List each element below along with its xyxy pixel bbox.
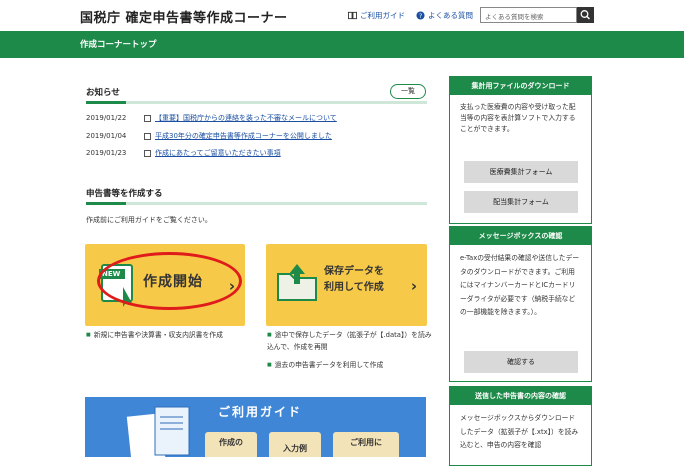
faq-label: よくある質問 <box>428 11 473 20</box>
document-icon <box>144 132 151 140</box>
saved-data-label: 保存データを 利用して作成 <box>324 264 384 296</box>
sent-data-panel-text: メッセージボックスからダウンロードしたデータ（拡張子が【.xtx】）を読み込むと… <box>460 414 579 449</box>
download-panel: 集計用ファイルのダウンロード 支払った医療費の内容や受け取った配当等の内容を表計… <box>449 76 592 224</box>
medical-form-button[interactable]: 医療費集計フォーム <box>464 161 578 183</box>
dividend-form-button[interactable]: 配当集計フォーム <box>464 191 578 213</box>
guide-button-label: 作成の <box>219 438 243 447</box>
saved-note: 途中で保存したデータ（拡張子が【.data】）を読み込んで、作成を再開 <box>267 329 432 353</box>
news-date: 2019/01/22 <box>86 114 127 122</box>
saved-note: 過去の申告書データを利用して作成 <box>267 359 384 369</box>
guide-button-label: ご利用に <box>350 438 382 447</box>
create-title: 申告書等を作成する <box>86 189 163 199</box>
documents-icon <box>126 406 190 457</box>
usage-guide-label: ご利用ガイド <box>360 11 405 20</box>
search-button[interactable] <box>577 7 594 23</box>
usage-guide-banner[interactable]: ご利用ガイド 作成の 入力例 ご利用に <box>85 397 426 457</box>
messagebox-check-button[interactable]: 確認する <box>464 351 578 373</box>
search-placeholder: よくある質問を検索 <box>485 13 544 21</box>
svg-text:?: ? <box>419 13 422 20</box>
faq-link[interactable]: ? よくある質問 <box>416 10 473 21</box>
document-icon <box>144 149 151 157</box>
news-link[interactable]: 【重要】国税庁からの連絡を装った不審なメールについて <box>155 113 337 123</box>
news-date: 2019/01/23 <box>86 149 127 157</box>
news-item: 2019/01/04 平成30年分の確定申告書等作成コーナーを公開しました <box>86 131 332 141</box>
usage-guide-title: ご利用ガイド <box>218 405 303 419</box>
saved-data-button[interactable]: 保存データを 利用して作成 › <box>266 244 427 326</box>
sent-data-panel: 送信した申告書の内容の確認 メッセージボックスからダウンロードしたデータ（拡張子… <box>449 386 592 466</box>
chevron-right-icon: › <box>410 277 417 295</box>
document-icon <box>144 114 151 122</box>
news-list-button[interactable]: 一覧 <box>390 84 426 99</box>
messagebox-panel-text: e-Taxの受付結果の確認や送信したデータのダウンロードができます。ご利用にはマ… <box>460 254 580 316</box>
create-note: 新規に申告書や決算書・収支内訳書を作成 <box>86 329 223 339</box>
sent-data-panel-title: 送信した申告書の内容の確認 <box>450 387 591 405</box>
news-link[interactable]: 平成30年分の確定申告書等作成コーナーを公開しました <box>155 131 332 141</box>
search-icon <box>580 10 590 20</box>
guide-note: 作成前にご利用ガイドをご覧ください。 <box>86 216 212 224</box>
create-underline <box>86 202 427 205</box>
news-underline <box>86 101 427 104</box>
guide-button-usage[interactable]: ご利用に <box>333 432 399 457</box>
site-title[interactable]: 国税庁 確定申告書等作成コーナー <box>80 7 288 26</box>
guide-button-flow[interactable]: 作成の <box>205 432 257 457</box>
download-panel-title: 集計用ファイルのダウンロード <box>450 77 591 95</box>
folder-upload-icon <box>277 264 317 301</box>
question-icon: ? <box>416 11 425 20</box>
messagebox-panel: メッセージボックスの確認 e-Taxの受付結果の確認や送信したデータのダウンロー… <box>449 226 592 382</box>
nav-bar: 作成コーナートップ <box>0 31 684 58</box>
guide-button-label: 入力例 <box>283 444 307 453</box>
news-link[interactable]: 作成にあたってご留意いただきたい事項 <box>155 148 281 158</box>
saved-data-line2: 利用して作成 <box>324 282 384 293</box>
saved-data-line1: 保存データを <box>324 266 384 277</box>
messagebox-panel-title: メッセージボックスの確認 <box>450 227 591 245</box>
breadcrumb[interactable]: 作成コーナートップ <box>80 38 157 50</box>
download-panel-text: 支払った医療費の内容や受け取った配当等の内容を表計算ソフトで入力することができま… <box>460 103 576 133</box>
site-header: 国税庁 確定申告書等作成コーナー ご利用ガイド ? よくある質問 よくある質問を… <box>0 0 684 31</box>
book-icon <box>348 11 357 20</box>
news-title: お知らせ <box>86 88 120 98</box>
highlight-oval <box>97 252 242 310</box>
news-item: 2019/01/22 【重要】国税庁からの連絡を装った不審なメールについて <box>86 113 337 123</box>
news-date: 2019/01/04 <box>86 132 127 140</box>
search-input[interactable]: よくある質問を検索 <box>480 7 577 23</box>
usage-guide-link[interactable]: ご利用ガイド <box>348 10 405 21</box>
news-item: 2019/01/23 作成にあたってご留意いただきたい事項 <box>86 148 281 158</box>
guide-button-example[interactable]: 入力例 <box>269 432 321 457</box>
